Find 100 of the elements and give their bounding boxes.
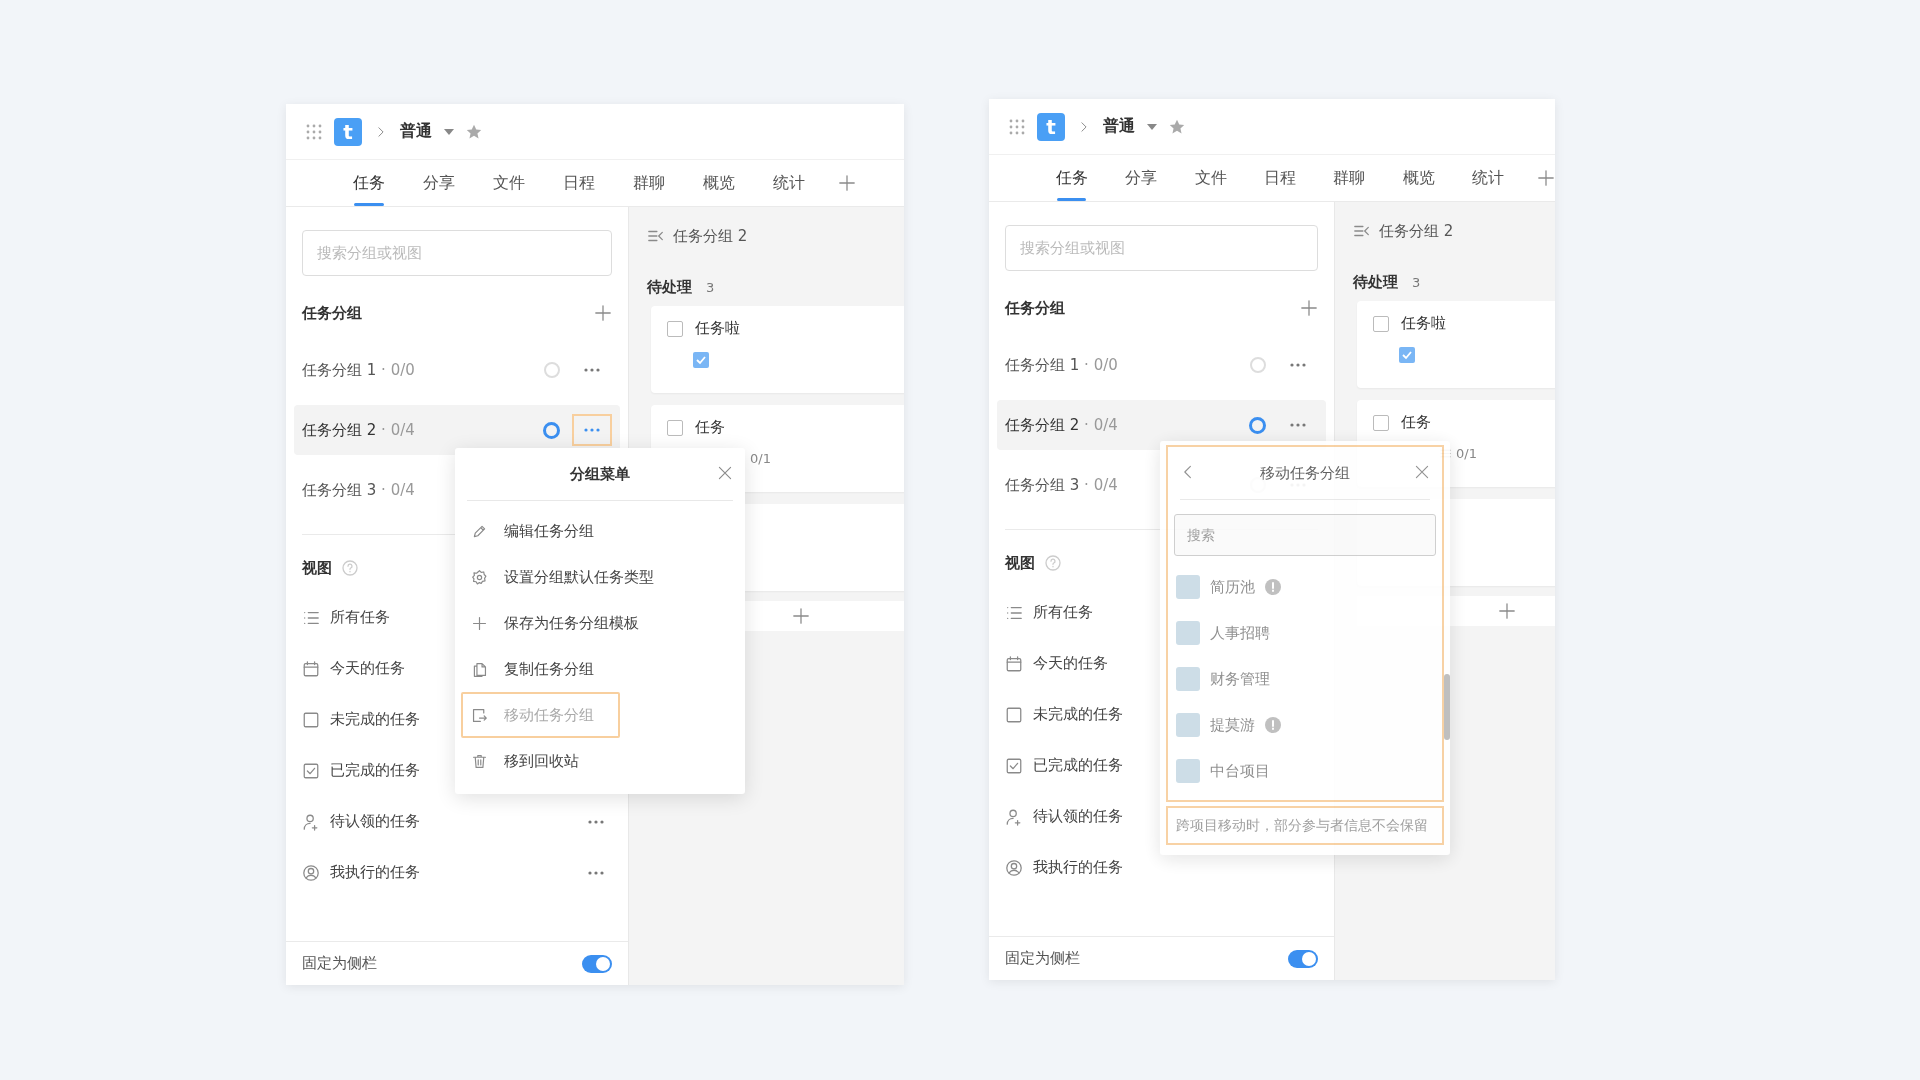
view-item[interactable]: 我执行的任务 bbox=[1033, 858, 1310, 877]
add-icon bbox=[792, 607, 810, 625]
progress-ring-icon bbox=[1249, 416, 1266, 434]
task-checkbox[interactable] bbox=[667, 419, 683, 436]
app-grid-icon[interactable] bbox=[1009, 118, 1025, 135]
tab[interactable]: 概览 bbox=[1384, 155, 1454, 201]
board-title: 任务分组 2 bbox=[673, 226, 748, 246]
section-title: 任务分组 bbox=[302, 303, 362, 323]
trash-icon bbox=[471, 752, 488, 770]
add-tab-icon[interactable] bbox=[838, 174, 856, 192]
add-icon[interactable] bbox=[1300, 299, 1318, 317]
task-group-item[interactable]: 任务分组 2 · 0/4 bbox=[997, 400, 1326, 450]
more-icon bbox=[1290, 363, 1306, 367]
tab[interactable]: 统计 bbox=[754, 160, 824, 206]
add-icon bbox=[1498, 602, 1516, 620]
photo-placeholder bbox=[1176, 759, 1200, 783]
close-icon[interactable] bbox=[1414, 464, 1430, 480]
star-icon[interactable] bbox=[466, 123, 482, 140]
plus-icon bbox=[471, 614, 488, 632]
task-checkbox[interactable] bbox=[667, 320, 683, 337]
more-button[interactable] bbox=[572, 414, 612, 446]
add-tab-icon[interactable] bbox=[1536, 169, 1555, 187]
person-plus-icon bbox=[1005, 807, 1023, 826]
progress-ring-icon bbox=[1250, 357, 1266, 373]
more-icon bbox=[1290, 423, 1306, 427]
task-card[interactable]: 任务啦 bbox=[1357, 301, 1555, 388]
photo-placeholder bbox=[1176, 667, 1200, 691]
move-icon bbox=[471, 706, 488, 724]
person-circle-icon bbox=[1005, 858, 1023, 877]
photo-placeholder bbox=[1176, 621, 1200, 645]
menu-title: 分组菜单 bbox=[570, 464, 630, 484]
search-field[interactable]: 搜索分组或视图 bbox=[302, 230, 612, 276]
subtask-checkbox[interactable] bbox=[693, 352, 709, 368]
project-name[interactable]: 普通 bbox=[400, 121, 432, 142]
pin-label: 固定为侧栏 bbox=[1005, 949, 1080, 968]
task-group-item[interactable]: 任务分组 1 · 0/0 bbox=[294, 345, 620, 395]
photo-placeholder bbox=[1176, 713, 1200, 737]
task-card[interactable]: 任务啦 bbox=[651, 306, 904, 393]
tab[interactable]: 分享 bbox=[404, 160, 474, 206]
task-group-item[interactable]: 任务分组 2 · 0/4 bbox=[294, 405, 620, 455]
view-item[interactable]: 待认领的任务 bbox=[330, 812, 578, 831]
tab[interactable]: 任务 bbox=[1037, 155, 1107, 201]
project-name[interactable]: 普通 bbox=[1103, 116, 1135, 137]
tab[interactable]: 群聊 bbox=[1314, 155, 1385, 201]
pin-toggle[interactable] bbox=[582, 954, 612, 973]
menu-item[interactable]: 编辑任务分组 bbox=[461, 508, 604, 554]
copy-icon bbox=[471, 660, 488, 678]
tab[interactable]: 分享 bbox=[1106, 155, 1176, 201]
view-item[interactable]: 我执行的任务 bbox=[330, 863, 578, 882]
caret-icon[interactable] bbox=[444, 128, 454, 135]
help-icon[interactable] bbox=[1045, 555, 1061, 571]
tab[interactable]: 日程 bbox=[544, 160, 614, 206]
person-circle-icon bbox=[302, 863, 320, 882]
task-title: 任务啦 bbox=[695, 319, 740, 338]
add-icon[interactable] bbox=[594, 304, 612, 322]
column-count: 3 bbox=[706, 279, 715, 295]
tab[interactable]: 统计 bbox=[1453, 155, 1523, 201]
column-count: 3 bbox=[1412, 274, 1421, 290]
subtask-checkbox[interactable] bbox=[1399, 347, 1415, 363]
task-checkbox[interactable] bbox=[1373, 414, 1389, 431]
caret-icon[interactable] bbox=[1147, 123, 1157, 130]
tab[interactable]: 概览 bbox=[684, 160, 754, 206]
tab[interactable]: 群聊 bbox=[614, 160, 684, 206]
task-group-item[interactable]: 任务分组 1 · 0/0 bbox=[997, 340, 1326, 390]
checked-box-icon bbox=[1005, 756, 1023, 775]
person-plus-icon bbox=[302, 812, 320, 831]
more-icon[interactable] bbox=[588, 819, 604, 824]
task-title: 任务啦 bbox=[1401, 314, 1446, 333]
column-title: 待处理 bbox=[1353, 272, 1398, 292]
photo-placeholder bbox=[1176, 575, 1200, 599]
scrollbar[interactable] bbox=[1444, 674, 1450, 740]
subtask-count: 0/1 bbox=[1456, 446, 1477, 461]
pin-label: 固定为侧栏 bbox=[302, 954, 377, 973]
help-icon[interactable] bbox=[342, 560, 358, 576]
tab[interactable]: 文件 bbox=[1175, 155, 1246, 201]
close-icon[interactable] bbox=[717, 465, 733, 481]
search-field[interactable]: 搜索 bbox=[1174, 514, 1436, 556]
board-title: 任务分组 2 bbox=[1379, 221, 1454, 241]
checked-box-icon bbox=[302, 761, 320, 780]
progress-ring-icon bbox=[543, 421, 560, 439]
pin-toggle[interactable] bbox=[1288, 949, 1318, 968]
section-title: 视图 bbox=[1005, 553, 1035, 573]
checkbox-icon bbox=[1005, 705, 1023, 724]
menu-item[interactable]: 移到回收站 bbox=[461, 738, 589, 784]
tab[interactable]: 日程 bbox=[1245, 155, 1315, 201]
menu-item[interactable]: 保存为任务分组模板 bbox=[461, 600, 649, 646]
more-icon bbox=[584, 368, 600, 372]
calendar-icon bbox=[1005, 654, 1023, 673]
app-grid-icon[interactable] bbox=[306, 123, 322, 140]
menu-item[interactable]: 复制任务分组 bbox=[461, 646, 604, 692]
column-title: 待处理 bbox=[647, 277, 692, 297]
star-icon[interactable] bbox=[1169, 118, 1185, 135]
menu-item[interactable]: 设置分组默认任务类型 bbox=[461, 554, 664, 600]
search-field[interactable]: 搜索分组或视图 bbox=[1005, 225, 1318, 271]
tab[interactable]: 文件 bbox=[474, 160, 544, 206]
tab[interactable]: 任务 bbox=[334, 160, 404, 206]
task-title: 任务 bbox=[1401, 413, 1431, 432]
task-checkbox[interactable] bbox=[1373, 315, 1389, 332]
more-icon bbox=[584, 428, 600, 432]
more-icon[interactable] bbox=[588, 870, 604, 875]
